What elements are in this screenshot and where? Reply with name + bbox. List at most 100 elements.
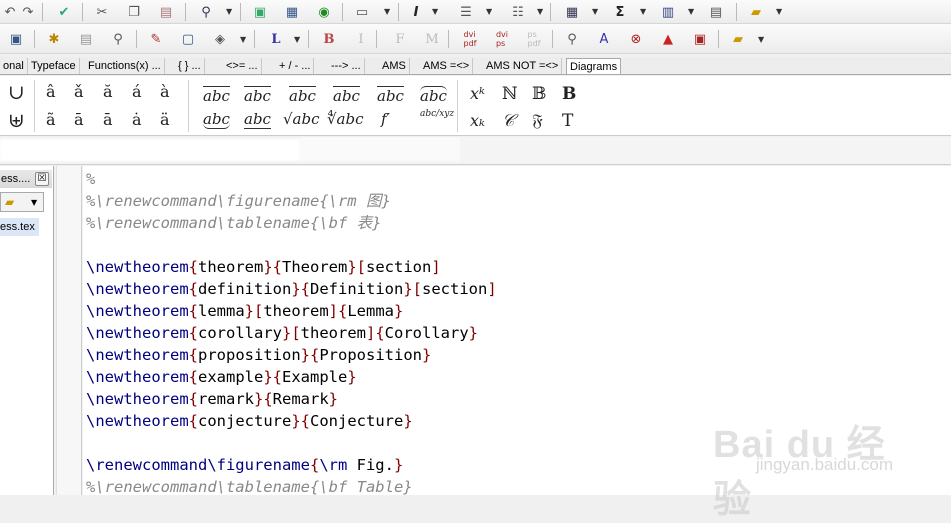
pdf-icon[interactable]: ▲ xyxy=(658,30,678,48)
size-letter-button[interactable]: L xyxy=(266,30,286,48)
dvi-view-icon[interactable]: ⚲ xyxy=(562,30,582,48)
bucket-icon[interactable]: ◈ xyxy=(210,30,230,48)
undo-icon[interactable]: ↶ xyxy=(0,3,20,21)
label-icon[interactable]: ✱ xyxy=(44,30,64,48)
nth-root-symbol[interactable]: ∜abc xyxy=(327,110,364,128)
ps-pdf-icon[interactable]: ps pdf xyxy=(524,30,544,48)
accent-symbol[interactable]: ā xyxy=(103,110,113,129)
image-icon[interactable]: ▣ xyxy=(250,3,270,21)
book-icon[interactable]: ▥ xyxy=(658,3,678,21)
tab-braces[interactable]: { } ... xyxy=(175,58,205,74)
align-icon[interactable]: ☰ xyxy=(456,3,476,21)
accent-symbol[interactable]: á xyxy=(132,82,142,101)
copy-icon[interactable]: ❐ xyxy=(124,3,144,21)
chevron-down-icon[interactable]: ▼ xyxy=(432,7,438,16)
widehat-symbol[interactable]: abc xyxy=(203,86,230,105)
pen-icon[interactable]: ✎ xyxy=(146,30,166,48)
tab-relations[interactable]: <>= ... xyxy=(223,58,262,74)
mono-button[interactable]: M xyxy=(422,30,442,48)
spellcheck-icon[interactable]: ✔ xyxy=(54,3,74,21)
chevron-down-icon[interactable]: ▼ xyxy=(384,7,390,16)
code-line[interactable]: %\renewcommand\tablename{\bf 表} xyxy=(86,212,381,234)
calligraphic-c-symbol[interactable]: 𝒞 xyxy=(502,111,514,131)
ref-icon[interactable]: ▤ xyxy=(76,30,96,48)
pdf-view-icon[interactable]: ▣ xyxy=(690,30,710,48)
tab-typeface[interactable]: Typeface xyxy=(28,58,80,74)
superscript-symbol[interactable]: xᵏ xyxy=(470,84,485,103)
italic-icon[interactable]: I xyxy=(406,3,426,21)
chevron-down-icon[interactable]: ▼ xyxy=(240,35,246,44)
code-line[interactable]: \newtheorem{conjecture}{Conjecture} xyxy=(86,410,413,432)
blackboard-b-symbol[interactable]: 𝔹 xyxy=(532,84,546,104)
chevron-down-icon[interactable]: ▼ xyxy=(776,7,782,16)
bold-button[interactable]: B xyxy=(319,30,339,48)
code-line[interactable]: \newtheorem{lemma}[theorem]{Lemma} xyxy=(86,300,403,322)
panel-tool-button[interactable]: ▰ ▼ xyxy=(0,192,44,212)
frame-icon[interactable]: ▢ xyxy=(178,30,198,48)
tab-operators[interactable]: + / - ... xyxy=(276,58,315,74)
roman-t-symbol[interactable]: T xyxy=(562,111,573,131)
tabular-icon[interactable]: ▦ xyxy=(562,3,582,21)
accent-symbol[interactable]: ă xyxy=(103,82,113,101)
dvi-pdf-icon[interactable]: dvi pdf xyxy=(460,30,480,48)
code-line[interactable]: \newtheorem{proposition}{Proposition} xyxy=(86,344,431,366)
globe-icon[interactable]: ◉ xyxy=(314,3,334,21)
page-icon[interactable]: ▤ xyxy=(706,3,726,21)
accent-symbol[interactable]: à xyxy=(160,82,170,101)
accent-symbol[interactable]: ã xyxy=(46,110,56,129)
tab-arrows[interactable]: ---> ... xyxy=(328,58,365,74)
magnify-icon[interactable]: ⚲ xyxy=(108,30,128,48)
fraktur-f-symbol[interactable]: 𝔉 xyxy=(532,111,543,131)
code-line[interactable]: \newtheorem{corollary}[theorem]{Corollar… xyxy=(86,322,478,344)
bibtex-icon[interactable]: ⊗ xyxy=(626,30,646,48)
chevron-down-icon[interactable]: ▼ xyxy=(688,7,694,16)
underline-symbol[interactable]: abc xyxy=(244,110,271,129)
tab-relational[interactable]: onal xyxy=(0,58,28,74)
folder-icon[interactable]: ▰ xyxy=(746,3,766,21)
code-line[interactable]: \renewcommand\figurename{\rm Fig.} xyxy=(86,454,403,476)
list-icon[interactable]: ☷ xyxy=(508,3,528,21)
code-line[interactable]: \newtheorem{theorem}{Theorem}[section] xyxy=(86,256,441,278)
chevron-down-icon[interactable]: ▼ xyxy=(537,7,543,16)
subscript-symbol[interactable]: xₖ xyxy=(470,111,485,130)
multiset-union-symbol[interactable]: ⊎ xyxy=(8,108,25,132)
bold-b-symbol[interactable]: B xyxy=(562,84,576,104)
find-icon[interactable]: ⚲ xyxy=(196,3,216,21)
accent-symbol[interactable]: ä xyxy=(160,110,170,129)
chevron-down-icon[interactable]: ▼ xyxy=(592,7,598,16)
sigma-icon[interactable]: Σ xyxy=(610,3,630,21)
chevron-down-icon[interactable]: ▼ xyxy=(486,7,492,16)
chevron-down-icon[interactable]: ▼ xyxy=(758,35,764,44)
sqrt-symbol[interactable]: √abc xyxy=(283,110,320,128)
paste-icon[interactable]: ▤ xyxy=(156,3,176,21)
tab-functions[interactable]: Functions(x) ... xyxy=(85,58,165,74)
code-line[interactable]: %\renewcommand\tablename{\bf Table} xyxy=(86,476,413,495)
widetilde-symbol[interactable]: abc xyxy=(244,86,271,105)
redo-icon[interactable]: ↷ xyxy=(18,3,38,21)
structure-icon[interactable]: ▣ xyxy=(6,30,26,48)
code-line[interactable]: %\renewcommand\figurename{\rm 图} xyxy=(86,190,391,212)
accent-symbol[interactable]: ǎ xyxy=(74,82,84,101)
font-button[interactable]: F xyxy=(390,30,410,48)
close-icon[interactable]: ☒ xyxy=(35,172,49,186)
accent-symbol[interactable]: â xyxy=(46,82,56,101)
dvi-ps-icon[interactable]: dvi ps xyxy=(492,30,512,48)
overbrace-symbol[interactable]: abc xyxy=(420,86,447,105)
accent-symbol[interactable]: ȧ xyxy=(132,110,142,129)
overline-symbol[interactable]: abc xyxy=(377,86,404,105)
overleftarrow-symbol[interactable]: abc xyxy=(289,86,316,105)
tab-diagrams[interactable]: Diagrams xyxy=(566,58,622,74)
union-symbol[interactable]: ∪ xyxy=(8,80,25,104)
chevron-down-icon[interactable]: ▼ xyxy=(640,7,646,16)
code-line[interactable]: \newtheorem{remark}{Remark} xyxy=(86,388,338,410)
blackboard-n-symbol[interactable]: ℕ xyxy=(502,84,518,104)
table-icon[interactable]: ▦ xyxy=(282,3,302,21)
code-editor[interactable]: % %\renewcommand\figurename{\rm 图} %\renew… xyxy=(83,166,951,495)
italic-button[interactable]: I xyxy=(351,30,371,48)
code-line[interactable]: \newtheorem{example}{Example} xyxy=(86,366,357,388)
latex-build-icon[interactable]: A xyxy=(594,30,614,48)
tab-ams-not[interactable]: AMS NOT =<> xyxy=(483,58,563,74)
prime-symbol[interactable]: f′ xyxy=(381,110,390,128)
code-line[interactable]: % xyxy=(86,168,95,190)
document-icon[interactable]: ▭ xyxy=(352,3,372,21)
